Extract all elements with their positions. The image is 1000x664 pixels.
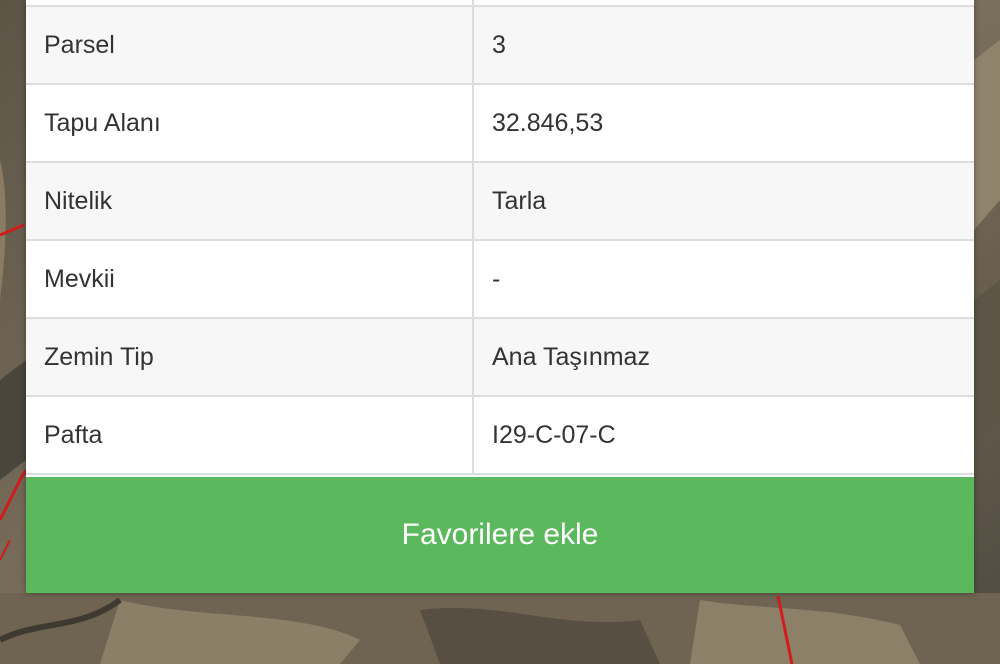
parcel-info-panel: Parsel 3 Tapu Alanı 32.846,53 Nitelik Ta… [26,0,974,593]
table-row: Zemin Tip Ana Taşınmaz [26,317,974,397]
property-value: Tarla [472,161,974,241]
parcel-info-table: Parsel 3 Tapu Alanı 32.846,53 Nitelik Ta… [26,0,974,475]
property-label: Parsel [26,5,474,85]
add-to-favorites-button[interactable]: Favorilere ekle [26,477,974,593]
property-value: Ana Taşınmaz [472,317,974,397]
property-label: Pafta [26,395,474,475]
property-label: Mevkii [26,239,474,319]
table-row: Pafta I29-C-07-C [26,395,974,475]
table-row: Parsel 3 [26,5,974,85]
property-value: - [472,239,974,319]
property-value: I29-C-07-C [472,395,974,475]
property-label: Tapu Alanı [26,83,474,163]
table-row: Nitelik Tarla [26,161,974,241]
property-value: 32.846,53 [472,83,974,163]
property-label: Nitelik [26,161,474,241]
table-row: Tapu Alanı 32.846,53 [26,83,974,163]
table-row: Mevkii - [26,239,974,319]
property-value: 3 [472,5,974,85]
property-label: Zemin Tip [26,317,474,397]
